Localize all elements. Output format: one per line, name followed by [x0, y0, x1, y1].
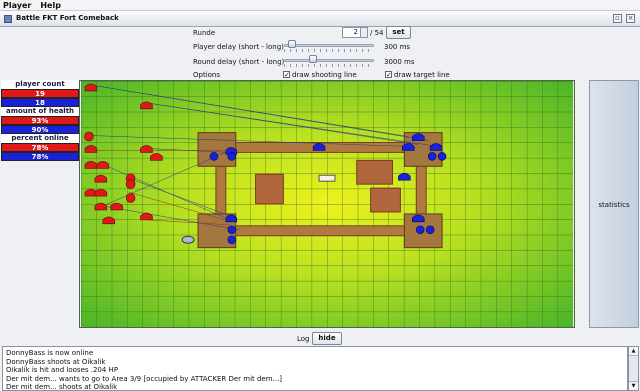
player-count-blue-bar: 18	[1, 98, 79, 107]
health-red-bar: 93%	[1, 116, 79, 125]
scroll-up-icon[interactable]: ▲	[629, 347, 638, 356]
bench	[318, 174, 336, 182]
close-icon[interactable]: ×	[626, 14, 635, 23]
log-line: Der mit dem... wants to go to Area 3/9 […	[6, 374, 282, 383]
battle-map[interactable]	[79, 80, 575, 328]
slider-thumb[interactable]	[288, 40, 297, 48]
control-panel: Runde 2 / 54 set Player delay (short - l…	[0, 26, 640, 81]
log-scrollbar[interactable]: ▲ ▼	[628, 346, 639, 391]
log-line: DonnyBass is now online	[6, 349, 94, 357]
log-line: Der mit dem... shoots at Oikalik	[6, 383, 118, 391]
player-delay-label: Player delay (short - long)	[193, 43, 284, 51]
online-red-bar: 78%	[1, 143, 79, 152]
round-delay-value: 3000 ms	[384, 58, 415, 66]
round-spinner[interactable]: 2	[342, 27, 368, 38]
statistics-button[interactable]: statistics	[589, 80, 639, 328]
menu-help[interactable]: Help	[40, 1, 61, 10]
shooting-line-label: draw shooting line	[292, 71, 357, 79]
log-line: Oikalik is hit and looses .204 HP	[6, 366, 119, 374]
round-delay-slider[interactable]	[284, 55, 374, 67]
round-delay-label: Round delay (short - long)	[193, 58, 285, 66]
round-value: 2	[353, 28, 358, 36]
menu-bar: Player Help	[0, 0, 640, 11]
health-header: amount of health	[1, 107, 79, 116]
log-textarea[interactable]: DonnyBass is now online DonnyBass shoots…	[2, 346, 628, 391]
window-titlebar[interactable]: Battle FKT Fort Comeback ▫ ×	[0, 11, 640, 27]
round-total: / 54	[370, 29, 384, 37]
health-blue-bar: 90%	[1, 125, 79, 134]
log-label: Log	[297, 335, 310, 343]
player-delay-value: 300 ms	[384, 43, 411, 51]
hut	[255, 173, 284, 205]
neutral-unit	[181, 235, 195, 244]
hut	[356, 159, 393, 185]
player-count-header: player count	[1, 80, 79, 89]
log-line: DonnyBass shoots at Oikalik	[6, 357, 106, 366]
set-button[interactable]: set	[386, 26, 411, 39]
window-title: Battle FKT Fort Comeback	[16, 14, 119, 22]
restore-icon[interactable]: ▫	[613, 14, 622, 23]
scroll-down-icon[interactable]: ▼	[629, 381, 638, 390]
percent-online-header: percent online	[1, 134, 79, 143]
shooting-line-checkbox[interactable]: ✓	[283, 71, 290, 79]
log-controls: Log hide	[0, 330, 640, 346]
team-stats-panel: player count 19 18 amount of health 93% …	[1, 80, 79, 161]
round-label: Runde	[193, 29, 216, 37]
target-line-label: draw target line	[394, 71, 450, 79]
map-grid	[81, 81, 573, 327]
player-delay-slider[interactable]	[284, 40, 374, 52]
app-icon	[4, 15, 12, 23]
hut	[370, 187, 401, 213]
spinner-arrows-icon[interactable]	[360, 28, 367, 37]
target-line-checkbox[interactable]: ✓	[385, 71, 392, 79]
online-blue-bar: 78%	[1, 152, 79, 161]
hide-log-button[interactable]: hide	[312, 332, 342, 345]
menu-player[interactable]: Player	[3, 1, 31, 10]
options-label: Options	[193, 71, 221, 79]
slider-thumb[interactable]	[308, 55, 317, 63]
player-count-red-bar: 19	[1, 89, 79, 98]
